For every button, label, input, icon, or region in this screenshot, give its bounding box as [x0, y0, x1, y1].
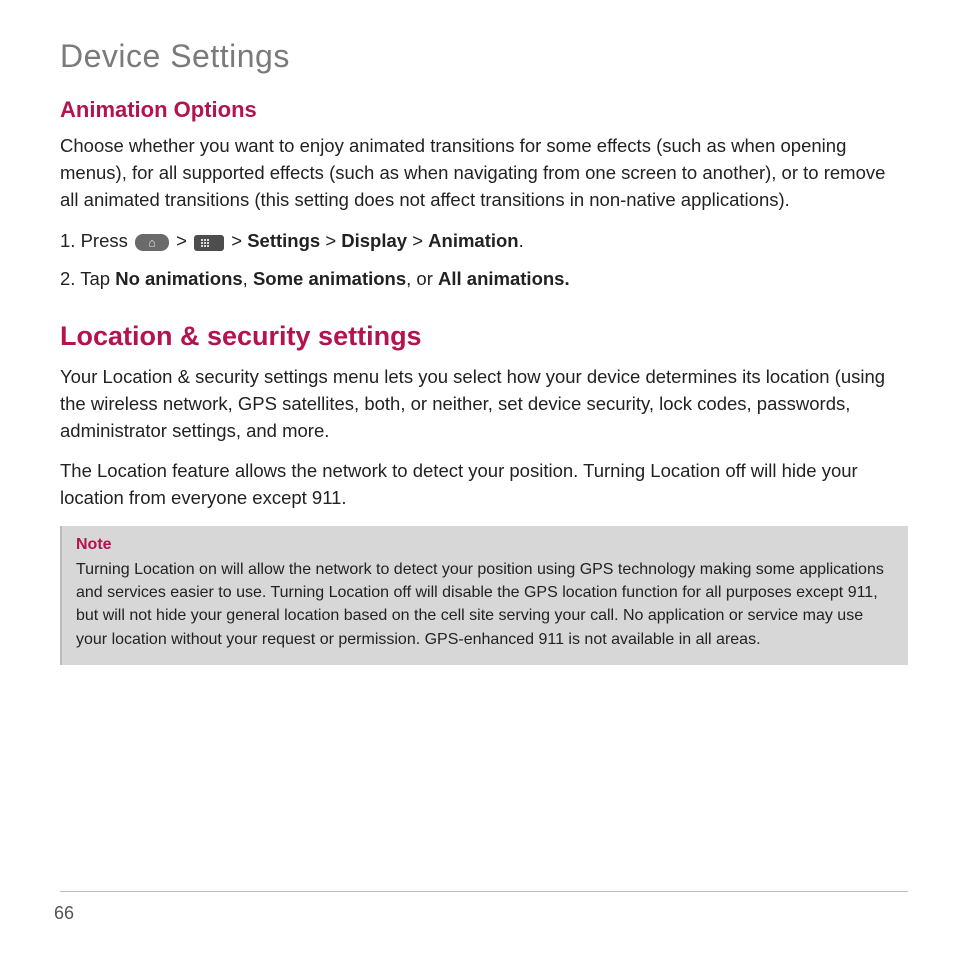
apps-grid-icon: [194, 235, 224, 251]
step1-sep: >: [176, 230, 192, 251]
comma1: ,: [243, 268, 253, 289]
page-number: 66: [54, 903, 74, 924]
location-p1: Your Location & security settings menu l…: [60, 364, 908, 444]
page-title: Device Settings: [60, 38, 908, 75]
note-body: Turning Location on will allow the netwo…: [76, 558, 894, 651]
heading-location-security: Location & security settings: [60, 321, 908, 352]
opt-all-animations: All animations.: [438, 268, 570, 289]
step1-sep2: >: [231, 230, 247, 251]
note-box: Note Turning Location on will allow the …: [60, 526, 908, 665]
footer-divider: [60, 891, 908, 892]
step-1: 1. Press > > Settings > Display > Animat…: [60, 227, 908, 255]
path-animation: Animation: [428, 230, 518, 251]
home-button-icon: [135, 234, 169, 251]
period: .: [519, 230, 524, 251]
step-2: 2. Tap No animations, Some animations, o…: [60, 265, 908, 293]
path-display: Display: [341, 230, 407, 251]
step2-prefix: 2. Tap: [60, 268, 115, 289]
heading-animation-options: Animation Options: [60, 97, 908, 123]
comma2: , or: [406, 268, 438, 289]
opt-no-animations: No animations: [115, 268, 242, 289]
note-title: Note: [76, 536, 894, 554]
opt-some-animations: Some animations: [253, 268, 406, 289]
gt2: >: [412, 230, 428, 251]
path-settings: Settings: [247, 230, 320, 251]
gt1: >: [325, 230, 341, 251]
step1-prefix: 1. Press: [60, 230, 133, 251]
animation-intro: Choose whether you want to enjoy animate…: [60, 133, 908, 213]
location-p2: The Location feature allows the network …: [60, 458, 908, 512]
